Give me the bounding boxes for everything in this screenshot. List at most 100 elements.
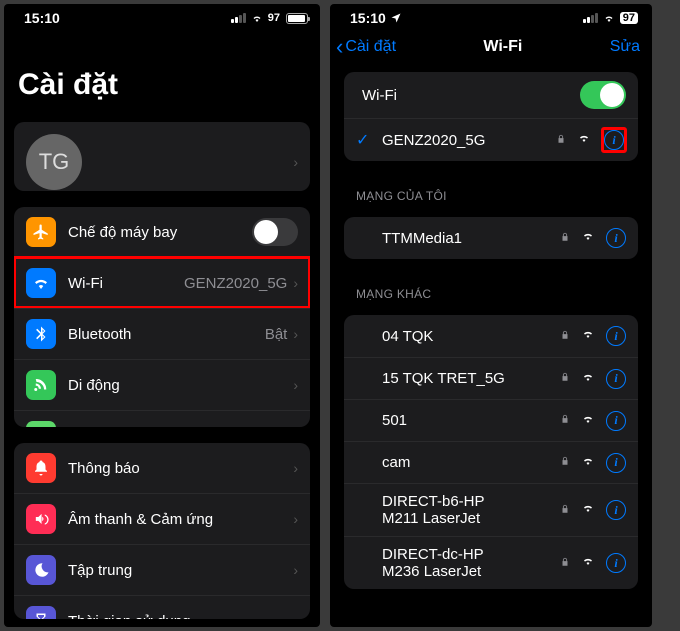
wifi-signal-icon <box>580 327 596 345</box>
airplane-toggle[interactable] <box>252 218 298 246</box>
row-value: GENZ2020_5G <box>184 275 287 292</box>
apple-id-row[interactable]: TG › <box>14 122 310 191</box>
wifi-signal-icon <box>580 501 596 519</box>
battery-icon <box>286 13 308 24</box>
network-name: GENZ2020_5G <box>382 132 556 149</box>
cellular-row[interactable]: Di động › <box>14 359 310 410</box>
chevron-right-icon: › <box>293 511 298 527</box>
profile-group: TG › <box>14 122 310 191</box>
lock-icon <box>560 455 570 470</box>
wifi-signal-icon <box>580 412 596 430</box>
wifi-signal-icon <box>580 454 596 472</box>
chevron-right-icon: › <box>293 562 298 578</box>
my-networks-header: MẠNG CỦA TÔI <box>330 169 652 209</box>
info-button[interactable]: i <box>606 453 626 473</box>
info-button[interactable]: i <box>606 500 626 520</box>
bluetooth-row[interactable]: Bluetooth Bật › <box>14 308 310 359</box>
location-icon <box>390 12 402 24</box>
info-button[interactable]: i <box>606 326 626 346</box>
row-label: Bluetooth <box>68 326 265 343</box>
network-name: 04 TQK <box>382 328 560 345</box>
sounds-row[interactable]: Âm thanh & Cảm ứng › <box>14 493 310 544</box>
other-networks-group: 04 TQKi15 TQK TRET_5Gi501icamiDIRECT-b6-… <box>344 315 638 589</box>
network-name: cam <box>382 454 560 471</box>
row-label: Wi-Fi <box>356 87 580 104</box>
back-label: Cài đặt <box>345 38 396 56</box>
battery-percent: 97 <box>620 12 638 24</box>
airplane-icon <box>26 217 56 247</box>
nav-title: Wi-Fi <box>483 38 522 56</box>
info-button[interactable]: i <box>606 228 626 248</box>
wifi-toggle-group: Wi-Fi ✓ GENZ2020_5G i <box>344 72 638 161</box>
network-row[interactable]: cam i <box>344 441 638 483</box>
chevron-right-icon: › <box>293 377 298 393</box>
edit-button[interactable]: Sửa <box>610 38 640 56</box>
airplane-mode-row[interactable]: Chế độ máy bay <box>14 207 310 257</box>
lock-icon <box>560 413 570 428</box>
info-highlight: i <box>602 128 626 152</box>
back-button[interactable]: ‹ Cài đặt <box>336 36 396 58</box>
info-button[interactable]: i <box>606 369 626 389</box>
row-value: Bật <box>265 326 288 343</box>
bluetooth-icon <box>26 319 56 349</box>
hotspot-row[interactable]: Điểm truy cập cá nhân › <box>14 410 310 427</box>
network-name: DIRECT-b6-HPM211 LaserJet <box>382 493 560 527</box>
network-row[interactable]: TTMMedia1 i <box>344 217 638 259</box>
wifi-signal-icon <box>580 554 596 572</box>
row-label: Tập trung <box>68 562 293 579</box>
focus-row[interactable]: Tập trung › <box>14 544 310 595</box>
row-label: Thông báo <box>68 460 293 477</box>
row-label: Di động <box>68 377 293 394</box>
chevron-left-icon: ‹ <box>336 36 343 58</box>
hourglass-icon <box>26 606 56 619</box>
network-row[interactable]: DIRECT-dc-HPM236 LaserJet i <box>344 536 638 589</box>
checkmark-icon: ✓ <box>356 130 374 150</box>
row-label: Chế độ máy bay <box>68 224 252 241</box>
wifi-signal-icon <box>580 229 596 247</box>
network-name: 501 <box>382 412 560 429</box>
notifications-row[interactable]: Thông báo › <box>14 443 310 493</box>
settings-screen: 15:10 97 Cài đặt TG › Chế độ máy bay Wi-… <box>4 4 320 627</box>
wifi-row[interactable]: Wi-Fi GENZ2020_5G › <box>14 257 310 308</box>
info-button[interactable]: i <box>606 553 626 573</box>
network-row[interactable]: 04 TQK i <box>344 315 638 357</box>
chevron-right-icon: › <box>293 460 298 476</box>
avatar: TG <box>26 134 82 190</box>
battery-percent: 97 <box>268 12 280 24</box>
wifi-toggle[interactable] <box>580 81 626 109</box>
info-button[interactable]: i <box>606 411 626 431</box>
cellular-icon <box>26 370 56 400</box>
network-name: TTMMedia1 <box>382 230 560 247</box>
network-row[interactable]: DIRECT-b6-HPM211 LaserJet i <box>344 483 638 536</box>
page-title: Cài đặt <box>4 28 320 114</box>
row-label: Âm thanh & Cảm ứng <box>68 511 293 528</box>
status-bar: 15:10 97 <box>4 4 320 28</box>
hotspot-icon <box>26 421 56 427</box>
wifi-settings-screen: 15:10 97 ‹ Cài đặt Wi-Fi Sửa Wi-Fi ✓ GEN… <box>330 4 652 627</box>
lock-icon <box>560 371 570 386</box>
status-bar: 15:10 97 <box>330 4 652 28</box>
lock-icon <box>560 329 570 344</box>
chevron-right-icon: › <box>293 154 298 170</box>
screentime-row[interactable]: Thời gian sử dụng › <box>14 595 310 619</box>
lock-icon <box>560 556 570 571</box>
notifications-group: Thông báo › Âm thanh & Cảm ứng › Tập tru… <box>14 443 310 619</box>
network-name: DIRECT-dc-HPM236 LaserJet <box>382 546 560 580</box>
nav-bar: ‹ Cài đặt Wi-Fi Sửa <box>330 28 652 64</box>
status-time: 15:10 <box>24 10 60 26</box>
chevron-right-icon: › <box>293 275 298 291</box>
wifi-signal-icon <box>580 370 596 388</box>
wifi-icon <box>250 12 264 24</box>
network-row[interactable]: 15 TQK TRET_5Gi <box>344 357 638 399</box>
wifi-icon <box>602 12 616 24</box>
connected-network-row[interactable]: ✓ GENZ2020_5G i <box>344 118 638 161</box>
connectivity-group: Chế độ máy bay Wi-Fi GENZ2020_5G › Bluet… <box>14 207 310 427</box>
info-button[interactable]: i <box>604 130 624 150</box>
wifi-toggle-row[interactable]: Wi-Fi <box>344 72 638 118</box>
row-label: Thời gian sử dụng <box>68 613 293 619</box>
network-row[interactable]: 501 i <box>344 399 638 441</box>
moon-icon <box>26 555 56 585</box>
chevron-right-icon: › <box>293 326 298 342</box>
other-networks-header: MẠNG KHÁC <box>330 267 652 307</box>
row-label: Wi-Fi <box>68 275 184 292</box>
